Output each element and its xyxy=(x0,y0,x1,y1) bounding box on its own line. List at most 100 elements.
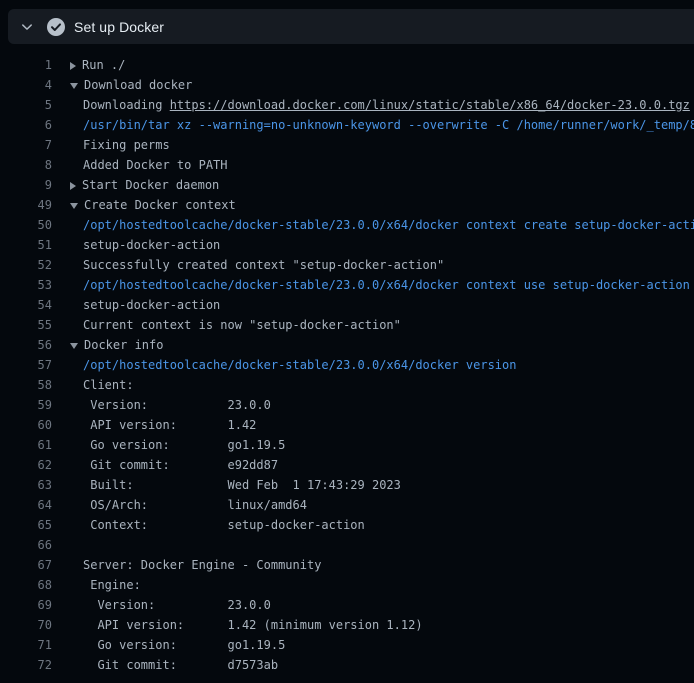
command-text: /opt/hostedtoolcache/docker-stable/23.0.… xyxy=(52,355,516,375)
line-number[interactable]: 64 xyxy=(0,495,52,515)
line-number[interactable]: 65 xyxy=(0,515,52,535)
chevron-down-icon[interactable] xyxy=(19,19,35,35)
log-text: API version: 1.42 xyxy=(52,415,256,435)
line-number[interactable]: 8 xyxy=(0,155,52,175)
line-number[interactable]: 66 xyxy=(0,535,52,555)
log-text: Added Docker to PATH xyxy=(52,155,228,175)
line-number[interactable]: 67 xyxy=(0,555,52,575)
log-line: 53/opt/hostedtoolcache/docker-stable/23.… xyxy=(0,275,694,295)
line-number[interactable]: 61 xyxy=(0,435,52,455)
log-text: Go version: go1.19.5 xyxy=(52,435,285,455)
log-text: API version: 1.42 (minimum version 1.12) xyxy=(52,615,423,635)
triangle-down-icon xyxy=(70,203,78,209)
group-label: Start Docker daemon xyxy=(82,178,219,192)
line-number[interactable]: 1 xyxy=(0,55,52,75)
log-text: Version: 23.0.0 xyxy=(52,595,271,615)
log-group-collapsed[interactable]: Start Docker daemon xyxy=(52,175,219,195)
log-text: Context: setup-docker-action xyxy=(52,515,365,535)
log-text: Fixing perms xyxy=(52,135,170,155)
log-line: 68 Engine: xyxy=(0,575,694,595)
command-text: /opt/hostedtoolcache/docker-stable/23.0.… xyxy=(52,215,694,235)
log-text: Server: Docker Engine - Community xyxy=(52,555,321,575)
log-line: 61 Go version: go1.19.5 xyxy=(0,435,694,455)
line-number[interactable]: 71 xyxy=(0,635,52,655)
line-number[interactable]: 4 xyxy=(0,75,52,95)
triangle-right-icon xyxy=(70,182,76,190)
line-number[interactable]: 69 xyxy=(0,595,52,615)
line-number[interactable]: 7 xyxy=(0,135,52,155)
log-text: Current context is now "setup-docker-act… xyxy=(52,315,401,335)
log-group-expanded[interactable]: Download docker xyxy=(52,75,192,95)
line-number[interactable]: 52 xyxy=(0,255,52,275)
line-number[interactable]: 54 xyxy=(0,295,52,315)
log-line: 55Current context is now "setup-docker-a… xyxy=(0,315,694,335)
log-line: 63 Built: Wed Feb 1 17:43:29 2023 xyxy=(0,475,694,495)
group-label: Create Docker context xyxy=(84,198,236,212)
line-number[interactable]: 59 xyxy=(0,395,52,415)
log-text: Built: Wed Feb 1 17:43:29 2023 xyxy=(52,475,401,495)
log-text: Engine: xyxy=(52,575,141,595)
log-text: Downloading https://download.docker.com/… xyxy=(52,95,690,115)
step-title: Set up Docker xyxy=(74,19,164,35)
log-text: Git commit: e92dd87 xyxy=(52,455,278,475)
log-group-expanded[interactable]: Docker info xyxy=(52,335,163,355)
line-number[interactable]: 57 xyxy=(0,355,52,375)
log-line: 8Added Docker to PATH xyxy=(0,155,694,175)
log-line: 66 xyxy=(0,535,694,555)
log-line: 58Client: xyxy=(0,375,694,395)
log-line: 6/usr/bin/tar xz --warning=no-unknown-ke… xyxy=(0,115,694,135)
log-group-collapsed[interactable]: Run ./ xyxy=(52,55,125,75)
line-number[interactable]: 51 xyxy=(0,235,52,255)
log-line: 71 Go version: go1.19.5 xyxy=(0,635,694,655)
log-text: setup-docker-action xyxy=(52,235,220,255)
log-text-prefix: Downloading xyxy=(83,98,170,112)
line-number[interactable]: 60 xyxy=(0,415,52,435)
line-number[interactable]: 6 xyxy=(0,115,52,135)
line-number[interactable]: 58 xyxy=(0,375,52,395)
line-number[interactable]: 50 xyxy=(0,215,52,235)
log-line: 59 Version: 23.0.0 xyxy=(0,395,694,415)
line-number[interactable]: 70 xyxy=(0,615,52,635)
log-text: Client: xyxy=(52,375,134,395)
log-text xyxy=(52,535,83,555)
triangle-right-icon xyxy=(70,62,76,70)
line-number[interactable]: 5 xyxy=(0,95,52,115)
log-line: 5Downloading https://download.docker.com… xyxy=(0,95,694,115)
log-line: 65 Context: setup-docker-action xyxy=(0,515,694,535)
line-number[interactable]: 55 xyxy=(0,315,52,335)
step-header-set-up-docker[interactable]: Set up Docker xyxy=(8,9,694,44)
log-group-expanded[interactable]: Create Docker context xyxy=(52,195,236,215)
log-line: 54setup-docker-action xyxy=(0,295,694,315)
log-line: 70 API version: 1.42 (minimum version 1.… xyxy=(0,615,694,635)
log-line: 56 Docker info xyxy=(0,335,694,355)
log-text: Git commit: d7573ab xyxy=(52,655,278,675)
log-line: 51setup-docker-action xyxy=(0,235,694,255)
log-line: 4Download docker xyxy=(0,75,694,95)
actions-log-viewer: Set up Docker 1Run ./4Download docker5Do… xyxy=(0,0,694,683)
log-line: 67Server: Docker Engine - Community xyxy=(0,555,694,575)
line-number[interactable]: 49 xyxy=(0,195,52,215)
line-number[interactable]: 9 xyxy=(0,175,52,195)
log-line: 64 OS/Arch: linux/amd64 xyxy=(0,495,694,515)
line-number[interactable]: 53 xyxy=(0,275,52,295)
log-line: 57/opt/hostedtoolcache/docker-stable/23.… xyxy=(0,355,694,375)
triangle-down-icon xyxy=(70,343,78,349)
group-label: Run ./ xyxy=(82,58,125,72)
line-number[interactable]: 62 xyxy=(0,455,52,475)
command-text: /opt/hostedtoolcache/docker-stable/23.0.… xyxy=(52,275,690,295)
log-output: 1Run ./4Download docker5Downloading http… xyxy=(0,55,694,683)
log-line: 62 Git commit: e92dd87 xyxy=(0,455,694,475)
log-line: 7Fixing perms xyxy=(0,135,694,155)
log-text: OS/Arch: linux/amd64 xyxy=(52,495,307,515)
line-number[interactable]: 68 xyxy=(0,575,52,595)
log-line: 9 Start Docker daemon xyxy=(0,175,694,195)
group-label: Docker info xyxy=(84,338,163,352)
triangle-down-icon xyxy=(70,83,78,89)
log-text: Successfully created context "setup-dock… xyxy=(52,255,444,275)
line-number[interactable]: 72 xyxy=(0,655,52,675)
line-number[interactable]: 56 xyxy=(0,335,52,355)
log-line: 1 Run ./ xyxy=(0,55,694,75)
log-text: setup-docker-action xyxy=(52,295,220,315)
line-number[interactable]: 63 xyxy=(0,475,52,495)
log-url-link[interactable]: https://download.docker.com/linux/static… xyxy=(170,98,690,112)
